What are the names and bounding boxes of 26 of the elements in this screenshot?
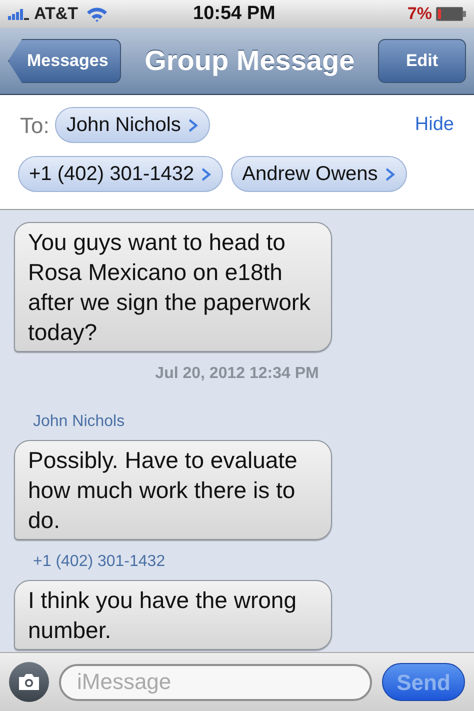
chevron-icon [202,166,212,182]
wifi-icon [86,6,108,22]
back-button[interactable]: Messages [8,39,122,83]
message-field[interactable]: iMessage [59,664,372,700]
sender-name: John Nichols [33,412,125,432]
timestamp: Jul 20, 2012 12:34 PM [155,364,319,384]
battery-percent: 7% [407,3,432,26]
to-label: To: [20,112,50,140]
chevron-icon [386,166,396,182]
hide-link[interactable]: Hide [414,110,454,140]
camera-button[interactable] [9,662,49,702]
recipient-chip[interactable]: Andrew Owens [231,156,407,192]
message-bubble: Possibly. Have to evaluate how much work there is to do. [14,440,332,540]
message-bubble: I think you have the wrong number. [14,580,332,650]
recipient-chip[interactable]: +1 (402) 301-1432 [18,156,224,192]
battery-icon [436,7,466,21]
message-bubble: You guys want to head to Rosa Mexicano on e18th after we sign the paperwork today? [14,222,332,352]
clock-time: 10:54 PM [193,2,276,26]
carrier-name: AT&T [34,3,78,26]
recipient-chip[interactable]: John Nichols [55,107,210,143]
sender-name: +1 (402) 301-1432 [33,552,166,572]
chevron-icon [188,118,199,132]
signal-icon [8,8,30,20]
edit-button[interactable]: Edit [378,39,466,83]
nav-title: Group Message [144,44,355,78]
camera-icon [17,673,41,691]
